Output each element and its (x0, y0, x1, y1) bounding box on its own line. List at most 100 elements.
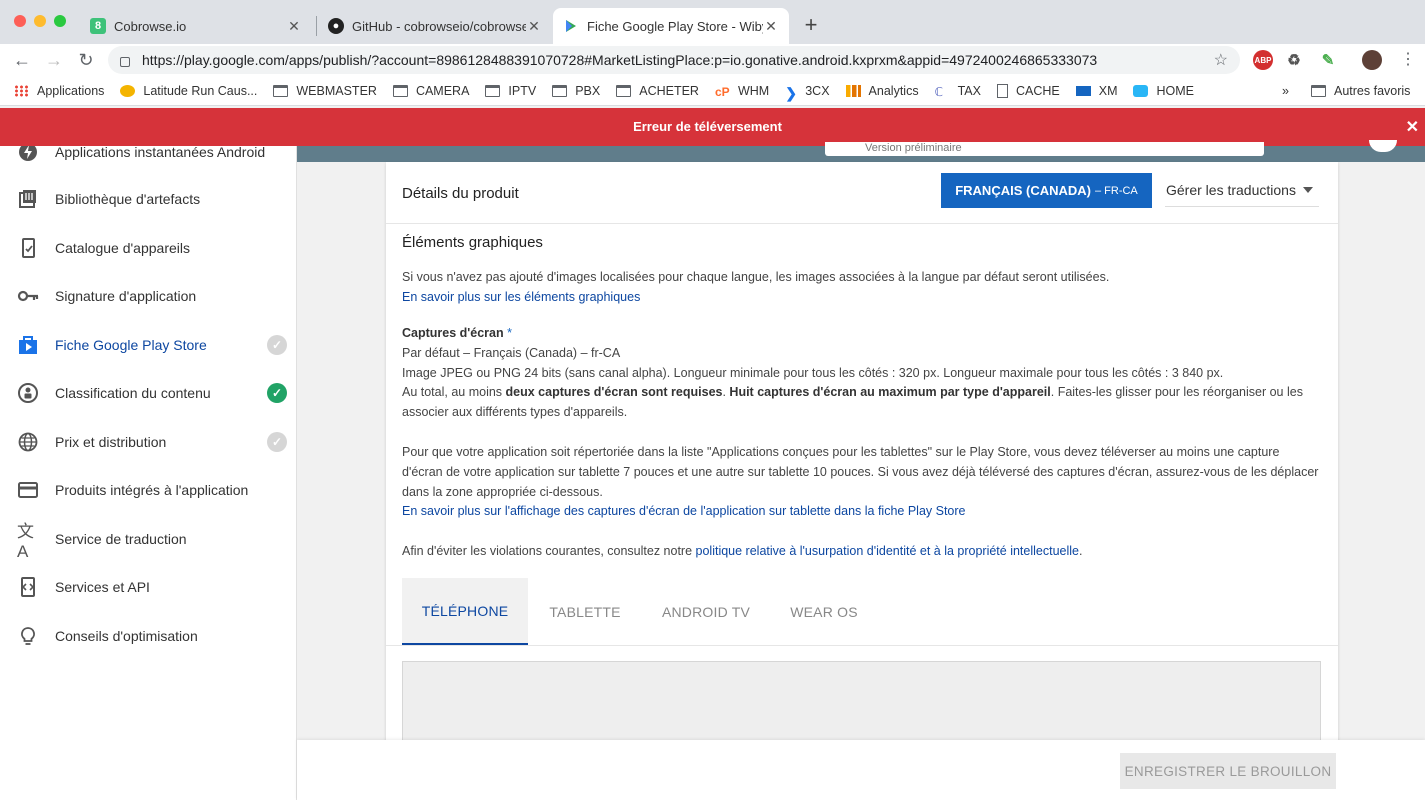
other-bookmarks[interactable]: Autres favoris (1311, 76, 1410, 106)
folder-icon (273, 84, 289, 97)
apps-grid-icon (14, 84, 29, 97)
bookmarks-overflow-button[interactable]: » (1282, 76, 1289, 106)
sidebar-item-optimization-tips[interactable]: Conseils d'optimisation (0, 614, 296, 658)
sidebar-item-store-listing[interactable]: Fiche Google Play Store ✓ (0, 323, 296, 367)
sidebar-item-instant-apps[interactable]: Applications instantanées Android (0, 146, 296, 174)
tab-separator (316, 16, 317, 36)
section-title: Éléments graphiques (402, 234, 543, 251)
folder-icon (1311, 85, 1326, 97)
cpanel-icon: cP (714, 84, 730, 99)
bookmark-item[interactable]: ❯ 3CX (785, 84, 829, 101)
key-icon (17, 285, 39, 307)
policy-link[interactable]: politique relative à l'usurpation d'iden… (696, 544, 1079, 558)
forward-button[interactable]: → (42, 48, 66, 72)
bookmark-item[interactable]: HOME (1133, 84, 1194, 98)
url-text[interactable]: https://play.google.com/apps/publish/?ac… (142, 52, 1214, 68)
bookmark-item[interactable]: PBX (552, 84, 600, 98)
menu-icon[interactable]: ⋮ (1396, 48, 1420, 72)
bookmark-star-icon[interactable]: ☆ (1214, 50, 1228, 70)
folder-icon (616, 84, 632, 97)
latitude-icon (120, 84, 136, 97)
home-icon (1133, 84, 1149, 97)
bookmark-item[interactable]: CAMERA (392, 84, 469, 98)
cobrowse-icon: 8 (90, 18, 106, 34)
sidebar-item-device-catalog[interactable]: Catalogue d'appareils (0, 226, 296, 270)
library-icon (17, 188, 39, 210)
sidebar-item-in-app-products[interactable]: Produits intégrés à l'application (0, 468, 296, 512)
sidebar-item-artifact-library[interactable]: Bibliothèque d'artefacts (0, 177, 296, 221)
bookmark-item[interactable]: cP WHM (714, 84, 769, 99)
screenshots-label: Captures d'écran (402, 326, 504, 340)
tab-android-tv[interactable]: ANDROID TV (642, 578, 770, 645)
tablet-help-link[interactable]: En savoir plus sur l'affichage des captu… (402, 504, 966, 518)
lightbulb-icon (17, 625, 39, 647)
tab-phone[interactable]: TÉLÉPHONE (402, 578, 528, 645)
bookmarks-bar: Applications Latitude Run Caus... WEBMAS… (0, 76, 1425, 106)
sidebar-item-pricing-distribution[interactable]: Prix et distribution ✓ (0, 420, 296, 464)
close-icon[interactable]: ✕ (526, 18, 542, 35)
required-mark: * (507, 326, 512, 340)
store-listing-card: Détails du produit FRANÇAIS (CANADA) – F… (386, 162, 1338, 742)
address-bar[interactable]: https://play.google.com/apps/publish/?ac… (108, 46, 1240, 74)
screenshots-info: Captures d'écran * Par défaut – Français… (402, 326, 1303, 420)
sidebar-item-app-signing[interactable]: Signature d'application (0, 274, 296, 318)
browser-tab-github[interactable]: ● GitHub - cobrowseio/cobrowse ✕ (318, 8, 552, 44)
back-button[interactable]: ← (10, 48, 34, 72)
bookmark-item[interactable]: Applications (14, 84, 104, 98)
window-close-button[interactable] (14, 15, 26, 27)
tab-tablet[interactable]: TABLETTE (528, 578, 642, 645)
3cx-icon: ❯ (785, 84, 797, 101)
tax-icon: ℂ (934, 84, 943, 99)
window-minimize-button[interactable] (34, 15, 46, 27)
bookmark-item[interactable]: WEBMASTER (273, 84, 377, 98)
bookmark-item[interactable]: ℂ TAX (934, 84, 981, 99)
tabs-divider (386, 645, 1338, 646)
error-banner: Erreur de téléversement ✕ (0, 108, 1425, 146)
api-icon (17, 576, 39, 598)
github-icon: ● (328, 18, 344, 34)
graphics-help-link[interactable]: En savoir plus sur les éléments graphiqu… (402, 290, 640, 304)
page-icon (996, 83, 1008, 98)
sidebar-item-content-rating[interactable]: Classification du contenu ✓ (0, 371, 296, 415)
browser-tab-play-store[interactable]: Fiche Google Play Store - Wiby ✕ (553, 8, 789, 44)
bookmark-item[interactable]: CACHE (996, 83, 1060, 98)
analytics-icon (845, 84, 861, 97)
translate-icon: 文A (17, 521, 34, 561)
close-icon[interactable]: ✕ (763, 18, 779, 35)
new-tab-button[interactable]: + (801, 12, 821, 38)
track-select[interactable]: Version préliminaire (825, 142, 1264, 156)
sidebar-item-translation-service[interactable]: 文A Service de traduction (0, 517, 296, 561)
bookmark-item[interactable]: Analytics (845, 84, 919, 98)
close-icon[interactable]: ✕ (1406, 117, 1419, 137)
folder-icon (552, 84, 568, 97)
sidebar-item-services-api[interactable]: Services et API (0, 565, 296, 609)
adblock-icon[interactable]: ABP (1253, 50, 1273, 70)
pen-extension-icon[interactable]: ✎ (1318, 50, 1338, 70)
bookmark-item[interactable]: XM (1075, 84, 1117, 98)
manage-translations-dropdown[interactable]: Gérer les traductions (1165, 174, 1319, 207)
tablet-info: Pour que votre application soit répertor… (402, 445, 1319, 519)
language-button[interactable]: FRANÇAIS (CANADA) – FR-CA (941, 173, 1152, 208)
policy-text: Afin d'éviter les violations courantes, … (402, 544, 1083, 558)
app-header-strip: Version préliminaire (297, 140, 1425, 162)
check-icon: ✓ (267, 432, 287, 452)
avatar[interactable] (1362, 50, 1382, 70)
globe-icon (17, 431, 39, 453)
browser-tab-cobrowse[interactable]: 8 Cobrowse.io ✕ (80, 8, 312, 44)
tab-wear-os[interactable]: WEAR OS (770, 578, 878, 645)
close-icon[interactable]: ✕ (286, 18, 302, 35)
page-title: Détails du produit (402, 185, 519, 202)
reload-button[interactable]: ↻ (74, 48, 98, 72)
play-store-icon (563, 18, 579, 34)
save-draft-button[interactable]: ENREGISTRER LE BROUILLON (1120, 753, 1336, 789)
folder-icon (392, 84, 408, 97)
recycle-icon[interactable]: ♻ (1284, 50, 1304, 70)
bookmark-item[interactable]: Latitude Run Caus... (120, 84, 257, 98)
chevron-down-icon (1303, 187, 1313, 193)
help-icon[interactable] (1369, 140, 1397, 152)
screenshot-drop-zone[interactable] (402, 661, 1321, 742)
window-zoom-button[interactable] (54, 15, 66, 27)
lock-icon (120, 57, 130, 67)
bookmark-item[interactable]: IPTV (485, 84, 536, 98)
bookmark-item[interactable]: ACHETER (616, 84, 699, 98)
